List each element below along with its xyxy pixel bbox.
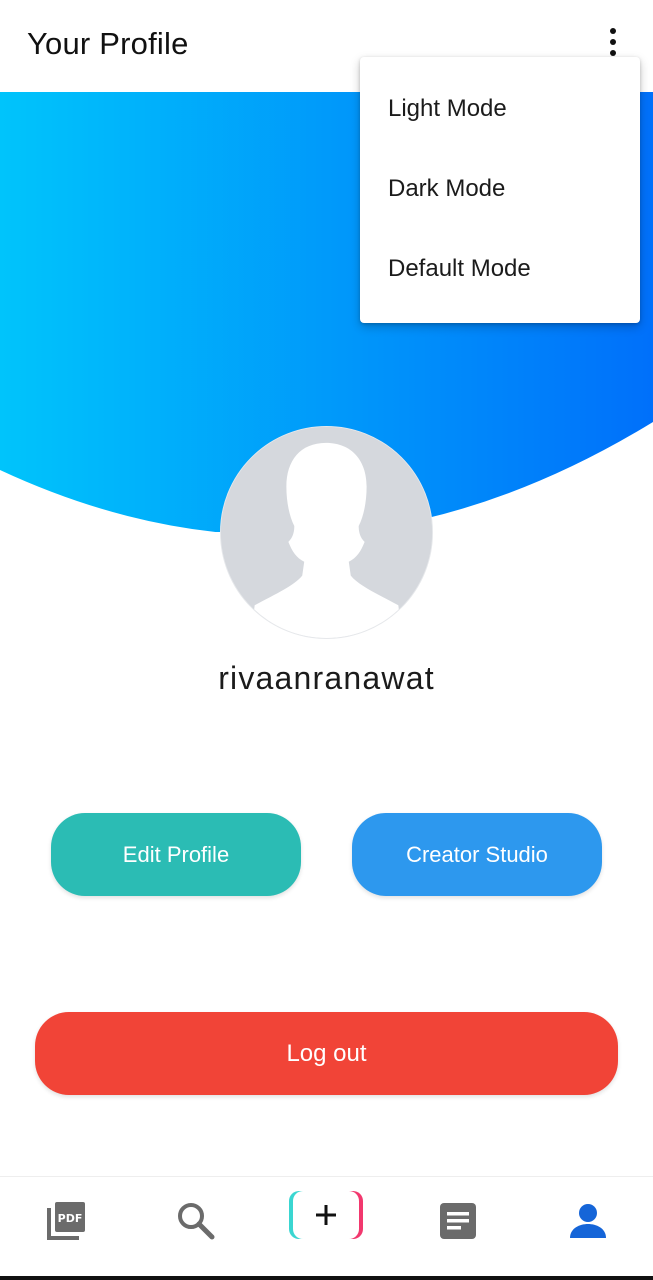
nav-item-add[interactable] [287, 1189, 365, 1241]
menu-item-dark-mode[interactable]: Dark Mode [360, 149, 640, 229]
add-icon [289, 1191, 363, 1239]
menu-item-default-mode[interactable]: Default Mode [360, 229, 640, 309]
avatar[interactable] [220, 426, 433, 639]
edit-profile-button[interactable]: Edit Profile [51, 813, 301, 896]
menu-item-light-mode[interactable]: Light Mode [360, 69, 640, 149]
page-title: Your Profile [27, 26, 189, 61]
search-icon [178, 1203, 215, 1240]
article-icon [440, 1203, 476, 1239]
nav-item-profile[interactable] [558, 1191, 618, 1251]
nav-item-pdf[interactable]: PDF [36, 1191, 96, 1251]
system-bottom-divider [0, 1276, 653, 1280]
theme-menu: Light Mode Dark Mode Default Mode [360, 57, 640, 323]
svg-text:PDF: PDF [58, 1212, 83, 1225]
nav-item-feed[interactable] [428, 1191, 488, 1251]
person-icon [570, 1204, 606, 1238]
default-avatar-silhouette-icon [221, 427, 432, 638]
creator-studio-button[interactable]: Creator Studio [352, 813, 602, 896]
nav-item-search[interactable] [166, 1191, 226, 1251]
log-out-button[interactable]: Log out [35, 1012, 618, 1095]
username: rivaanranawat [218, 660, 435, 696]
bottom-navigation: PDF [0, 1176, 653, 1280]
pdf-library-icon: PDF [47, 1202, 85, 1240]
